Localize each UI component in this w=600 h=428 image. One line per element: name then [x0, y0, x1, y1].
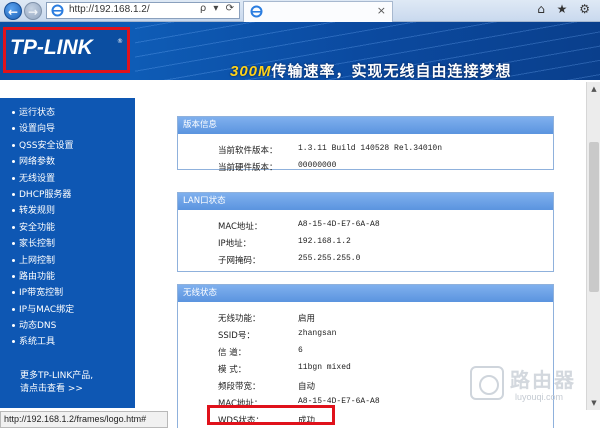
channel-row: 信 道： 6: [218, 346, 303, 358]
lan-ip-value: 192.168.1.2: [298, 237, 351, 246]
hardware-version-row: 当前硬件版本： 00000000: [218, 161, 337, 173]
logo-registered-mark: ®: [117, 38, 123, 45]
bandwidth-row: 频段带宽： 自动: [218, 382, 316, 392]
nav-item-dhcp[interactable]: DHCP服务器: [12, 187, 74, 203]
lan-netmask-value: 255.255.255.0: [298, 254, 361, 263]
bullet-icon: [12, 307, 15, 311]
bullet-icon: [12, 258, 15, 262]
bullet-icon: [12, 274, 15, 278]
bullet-icon: [12, 143, 15, 147]
wireless-enabled-row: 无线功能： 启用: [218, 314, 316, 324]
nav-item-routing[interactable]: 路由功能: [12, 269, 74, 285]
left-nav: 运行状态 设置向导 QSS安全设置 网络参数 无线设置 DHCP服务器 转发规则…: [0, 80, 135, 428]
nav-item-ddns[interactable]: 动态DNS: [12, 318, 74, 334]
lan-netmask-row: 子网掩码： 255.255.255.0: [218, 254, 361, 266]
nav-item-qss[interactable]: QSS安全设置: [12, 138, 74, 154]
channel-value: 6: [298, 346, 303, 355]
nav-item-ip-mac[interactable]: IP与MAC绑定: [12, 302, 74, 318]
bullet-icon: [12, 225, 15, 229]
slogan-speed: 300M: [230, 63, 272, 80]
wds-highlight-box: [207, 405, 335, 425]
panel-title: 版本信息: [178, 117, 553, 134]
nav-item-system-tools[interactable]: 系统工具: [12, 334, 74, 350]
bullet-icon: [12, 111, 15, 114]
nav-item-wireless[interactable]: 无线设置: [12, 171, 74, 187]
scroll-thumb[interactable]: [589, 142, 599, 292]
panel-title: LAN口状态: [178, 193, 553, 210]
browser-toolbar: ← → http://192.168.1.2/ ρ ▾ ⟳ × ⌂ ★ ⚙: [0, 0, 600, 22]
tp-link-logo[interactable]: TP-LINK ®: [3, 27, 130, 73]
ssid-value: zhangsan: [298, 329, 337, 338]
logo-text: TP-LINK: [10, 36, 93, 59]
bullet-icon: [12, 209, 15, 213]
nav-item-access-control[interactable]: 上网控制: [12, 253, 74, 269]
watermark-logo-icon: [470, 366, 504, 400]
nav-menu: 运行状态 设置向导 QSS安全设置 网络参数 无线设置 DHCP服务器 转发规则…: [12, 105, 74, 351]
bullet-icon: [12, 127, 15, 131]
nav-item-wizard[interactable]: 设置向导: [12, 121, 74, 137]
lan-ip-row: IP地址： 192.168.1.2: [218, 237, 351, 249]
bullet-icon: [12, 291, 15, 295]
banner-slogan: 300M传输速率，实现无线自由连接梦想: [230, 60, 512, 80]
nav-item-network[interactable]: 网络参数: [12, 154, 74, 170]
tab-ie-icon: [250, 5, 263, 18]
nav-item-bandwidth[interactable]: IP带宽控制: [12, 285, 74, 301]
address-url[interactable]: http://192.168.1.2/: [69, 4, 150, 15]
wireless-enabled-value: 启用: [298, 314, 316, 324]
tab-close-icon[interactable]: ×: [377, 4, 386, 17]
panel-title: 无线状态: [178, 285, 553, 302]
lan-mac-value: A8-15-4D-E7-6A-A8: [298, 220, 380, 229]
bullet-icon: [12, 340, 15, 344]
nav-item-status[interactable]: 运行状态: [12, 105, 74, 121]
address-bar[interactable]: http://192.168.1.2/ ρ ▾ ⟳: [46, 2, 240, 19]
mode-value: 11bgn mixed: [298, 363, 351, 372]
software-version-row: 当前软件版本： 1.3.11 Build 140528 Rel.34010n: [218, 144, 443, 156]
software-version-value: 1.3.11 Build 140528 Rel.34010n: [298, 144, 443, 153]
scroll-up-icon[interactable]: ▲: [587, 82, 600, 96]
more-products-line2[interactable]: 请点击查看 >>: [20, 383, 93, 396]
more-products-link[interactable]: 更多TP-LINK产品, 请点击查看 >>: [20, 370, 93, 396]
bullet-icon: [12, 176, 15, 180]
watermark-title: 路由器: [510, 368, 576, 392]
hardware-version-value: 00000000: [298, 161, 337, 170]
status-bar-url: http://192.168.1.2/frames/logo.htm#: [0, 411, 168, 428]
browser-tab[interactable]: ×: [243, 1, 393, 22]
address-tools-icon[interactable]: ρ ▾ ⟳: [200, 3, 236, 14]
ie-icon: [51, 4, 64, 17]
home-favorites-settings-icons[interactable]: ⌂ ★ ⚙: [537, 2, 594, 16]
nav-item-security[interactable]: 安全功能: [12, 220, 74, 236]
nav-item-parental[interactable]: 家长控制: [12, 236, 74, 252]
bullet-icon: [12, 192, 15, 196]
lan-mac-row: MAC地址： A8-15-4D-E7-6A-A8: [218, 220, 380, 232]
bandwidth-value: 自动: [298, 382, 316, 392]
more-products-line1[interactable]: 更多TP-LINK产品,: [20, 370, 93, 383]
slogan-text: 传输速率，实现无线自由连接梦想: [271, 62, 512, 80]
lan-status-panel: LAN口状态 MAC地址： A8-15-4D-E7-6A-A8 IP地址： 192.…: [177, 192, 554, 272]
back-button[interactable]: ←: [4, 2, 22, 20]
watermark-site: luyouqi.com: [515, 392, 564, 402]
bullet-icon: [12, 324, 15, 328]
bullet-icon: [12, 160, 15, 164]
mode-row: 模 式： 11bgn mixed: [218, 363, 351, 375]
ssid-row: SSID号： zhangsan: [218, 329, 337, 341]
version-info-panel: 版本信息 当前软件版本： 1.3.11 Build 140528 Rel.3401…: [177, 116, 554, 173]
watermark: 路由器 luyouqi.com: [470, 360, 598, 412]
forward-button[interactable]: →: [24, 2, 42, 20]
bullet-icon: [12, 242, 15, 246]
nav-item-forwarding[interactable]: 转发规则: [12, 203, 74, 219]
